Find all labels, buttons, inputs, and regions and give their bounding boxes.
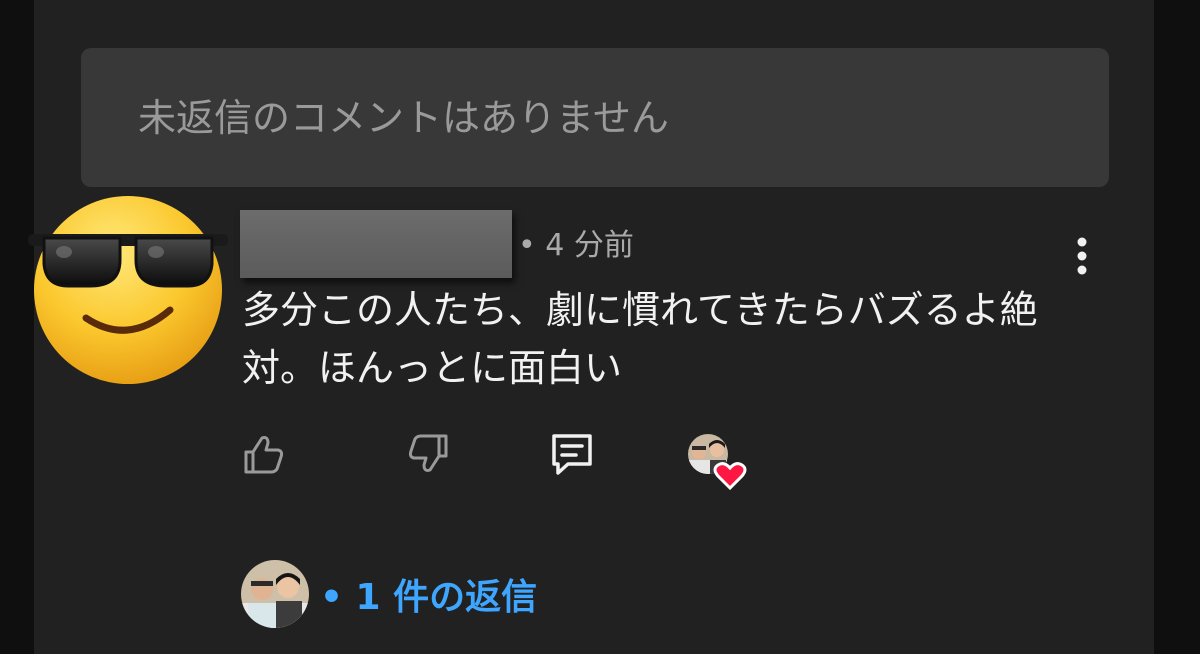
thumbs-up-icon[interactable] [240,430,288,478]
no-unreplied-comments-banner: 未返信のコメントはありません [81,48,1109,187]
thumbs-down-icon[interactable] [404,430,452,478]
comment-text: 多分この人たち、劇に慣れてきたらバズるよ絶対。ほんっとに面白い [242,288,1038,390]
replier-avatar [241,560,309,628]
replies-count-label[interactable]: • 1 件の返信 [320,568,537,620]
comment-timestamp[interactable]: • 4 分前 [518,226,634,266]
view-replies-button[interactable]: • 1 件の返信 [240,558,537,630]
author-name-redacted[interactable] [240,210,512,278]
creator-heart-icon[interactable] [686,432,750,490]
no-unreplied-comments-text: 未返信のコメントはありません [138,96,669,140]
sunglasses-emoji-icon[interactable] [28,190,228,390]
more-vertical-icon[interactable] [1062,234,1102,278]
reply-icon[interactable] [548,430,596,478]
